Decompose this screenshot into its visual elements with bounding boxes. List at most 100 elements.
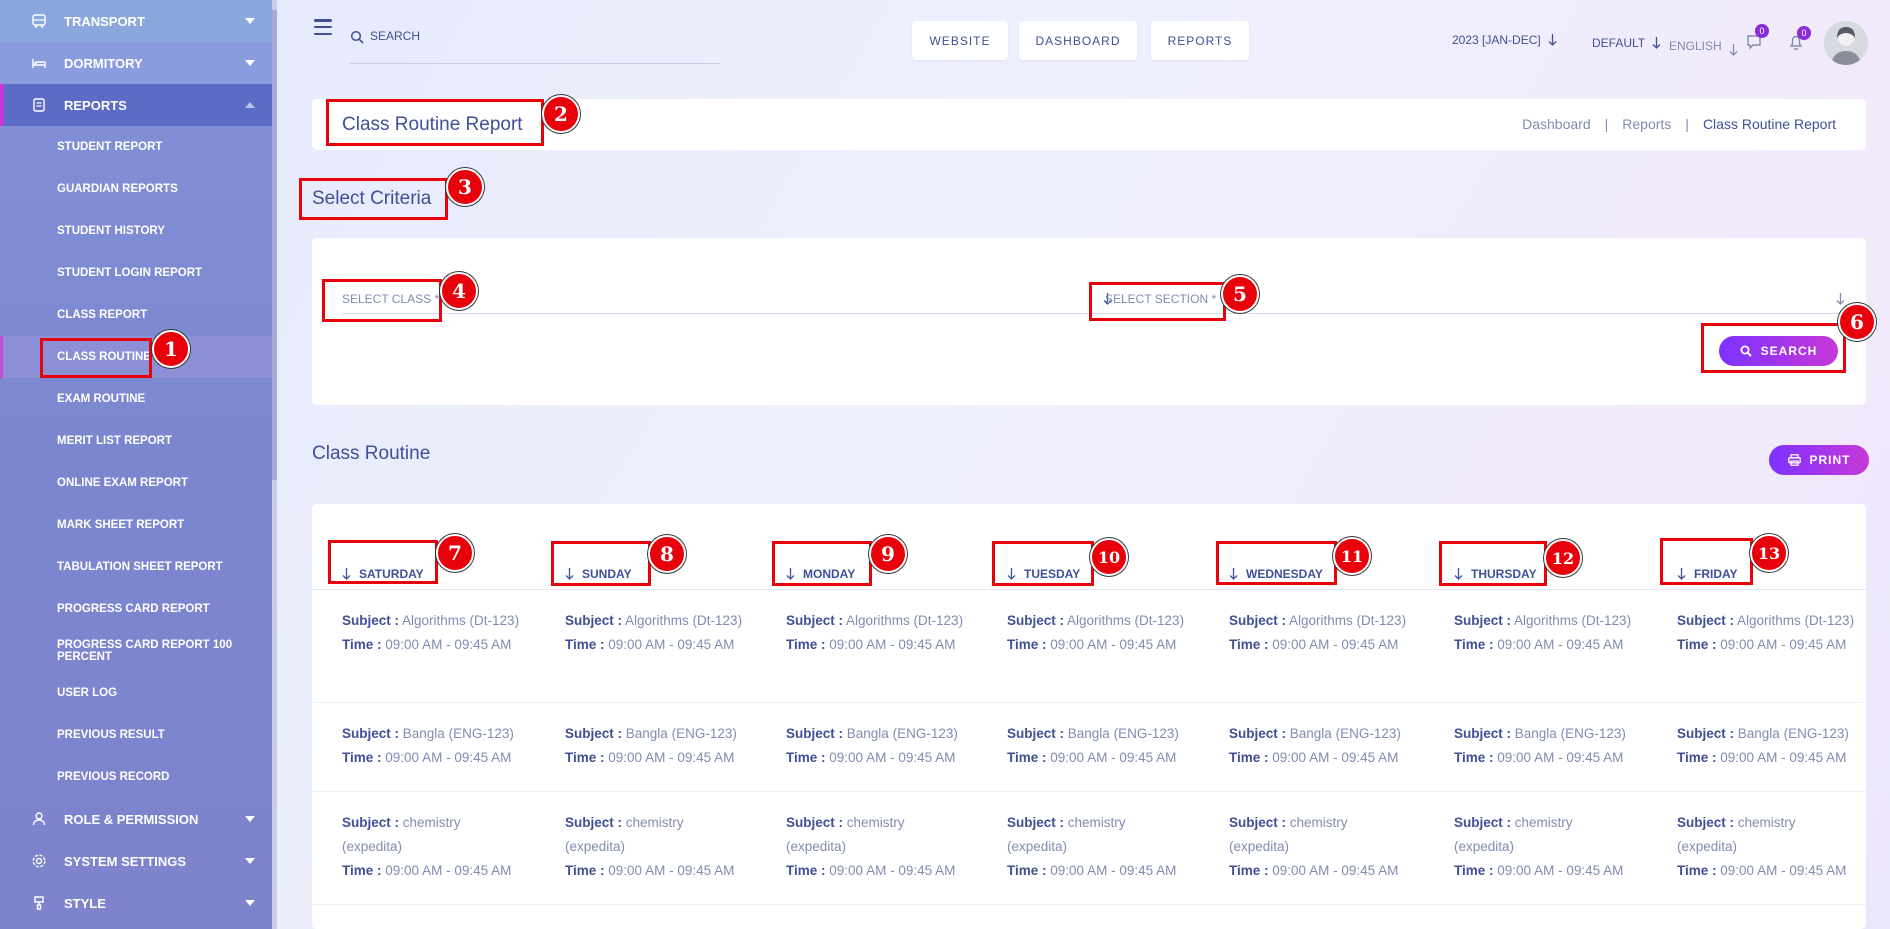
subject-line: Subject : chemistry (expedita) [565,811,745,859]
day-header-thursday[interactable]: THURSDAY [1454,559,1537,589]
sidebar-sub-student-report[interactable]: STUDENT REPORT [0,126,277,168]
subject-value: Algorithms (Dt-123) [1514,613,1632,628]
search-button[interactable]: SEARCH [1719,336,1838,366]
subject-value: Bangla (ENG-123) [402,726,514,741]
select-section-dropdown[interactable]: SELECT SECTION * [1105,284,1845,314]
day-header-saturday[interactable]: SATURDAY [342,559,424,589]
sidebar-item-style[interactable]: STYLE [0,882,277,924]
routine-cell: Subject : Algorithms (Dt-123) Time : 09:0… [565,609,745,657]
subject-label: Subject : [786,815,844,830]
print-button[interactable]: PRINT [1769,445,1869,475]
sort-arrow-icon [1454,568,1463,580]
time-value: 09:00 AM - 09:45 AM [829,637,956,652]
routine-cell: Subject : Algorithms (Dt-123) Time : 09:0… [342,609,522,657]
time-label: Time : [565,863,605,878]
sidebar-sub-class-routine[interactable]: CLASS ROUTINE [0,336,277,378]
print-button-label: PRINT [1809,453,1851,467]
chevron-down-icon [245,18,255,24]
time-line: Time : 09:00 AM - 09:45 AM [342,859,522,883]
annotation-number: 11 [1333,537,1371,575]
subject-value: Algorithms (Dt-123) [846,613,964,628]
subject-label: Subject : [565,726,623,741]
day-header-monday[interactable]: MONDAY [786,559,855,589]
sidebar-sub-progress-card-report-100[interactable]: PROGRESS CARD REPORT 100 PERCENT [0,630,277,672]
sidebar-sub-exam-routine[interactable]: EXAM ROUTINE [0,378,277,420]
sidebar-sub-mark-sheet-report[interactable]: MARK SHEET REPORT [0,504,277,546]
sort-arrow-icon [565,568,574,580]
sidebar-sub-guardian-reports[interactable]: GUARDIAN REPORTS [0,168,277,210]
subject-value: Bangla (ENG-123) [625,726,737,741]
time-label: Time : [1677,637,1717,652]
time-label: Time : [1229,637,1269,652]
routine-cell: Subject : Algorithms (Dt-123) Time : 09:0… [1007,609,1187,657]
day-header-wednesday[interactable]: WEDNESDAY [1229,559,1323,589]
day-header-friday[interactable]: FRIDAY [1677,559,1738,589]
annotation-number: 8 [648,535,686,573]
time-value: 09:00 AM - 09:45 AM [1497,750,1624,765]
subject-line: Subject : Bangla (ENG-123) [342,722,522,746]
sidebar-item-role-permission[interactable]: ROLE & PERMISSION [0,798,277,840]
time-label: Time : [565,637,605,652]
subject-line: Subject : chemistry (expedita) [786,811,966,859]
sidebar-sub-merit-list-report[interactable]: MERIT LIST REPORT [0,420,277,462]
subject-label: Subject : [565,613,623,628]
subject-value: Bangla (ENG-123) [1289,726,1401,741]
sidebar-sub-online-exam-report[interactable]: ONLINE EXAM REPORT [0,462,277,504]
time-value: 09:00 AM - 09:45 AM [1050,750,1177,765]
search-button-label: SEARCH [1760,344,1818,358]
select-class-placeholder: SELECT CLASS * [342,291,440,306]
sidebar-item-reports[interactable]: REPORTS [0,84,277,126]
sidebar-sub-user-log[interactable]: USER LOG [0,672,277,714]
annotation-number: 6 [1838,303,1876,341]
breadcrumb-reports[interactable]: Reports [1622,116,1671,132]
sidebar-item-dormitory[interactable]: DORMITORY [0,42,277,84]
day-header-label: MONDAY [803,567,856,581]
sidebar-item-system-settings[interactable]: SYSTEM SETTINGS [0,840,277,882]
time-value: 09:00 AM - 09:45 AM [829,750,956,765]
sidebar-sub-progress-card-report[interactable]: PROGRESS CARD REPORT [0,588,277,630]
annotation-number: 7 [436,534,474,572]
time-value: 09:00 AM - 09:45 AM [385,637,512,652]
sidebar-sub-previous-record[interactable]: PREVIOUS RECORD [0,756,277,798]
day-header-label: SUNDAY [582,567,632,581]
search-icon [1740,345,1752,357]
sidebar-sub-previous-result[interactable]: PREVIOUS RESULT [0,714,277,756]
subject-line: Subject : Algorithms (Dt-123) [1007,609,1187,633]
sidebar-sub-tabulation-sheet-report[interactable]: TABULATION SHEET REPORT [0,546,277,588]
sidebar-item-label: STYLE [64,895,106,911]
routine-cell: Subject : Bangla (ENG-123) Time : 09:00 A… [565,722,745,770]
select-section-placeholder: SELECT SECTION * [1105,291,1217,306]
time-line: Time : 09:00 AM - 09:45 AM [1677,633,1857,657]
chevron-down-icon [245,900,255,906]
routine-cell: Subject : Bangla (ENG-123) Time : 09:00 A… [1229,722,1409,770]
sidebar-item-transport[interactable]: TRANSPORT [0,0,277,42]
sidebar-sub-student-history[interactable]: STUDENT HISTORY [0,210,277,252]
routine-cell: Subject : Bangla (ENG-123) Time : 09:00 A… [1007,722,1187,770]
time-line: Time : 09:00 AM - 09:45 AM [786,633,966,657]
subject-label: Subject : [786,726,844,741]
time-label: Time : [1007,863,1047,878]
sidebar-sub-student-login-report[interactable]: STUDENT LOGIN REPORT [0,252,277,294]
time-label: Time : [786,863,826,878]
time-line: Time : 09:00 AM - 09:45 AM [1229,859,1409,883]
time-label: Time : [342,637,382,652]
subject-label: Subject : [342,613,400,628]
subject-value: Algorithms (Dt-123) [1289,613,1407,628]
routine-cell: Subject : chemistry (expedita) Time : 09:… [565,811,745,883]
breadcrumb-separator: | [1604,116,1609,132]
day-header-sunday[interactable]: SUNDAY [565,559,632,589]
routine-cell: Subject : chemistry (expedita) Time : 09:… [342,811,522,883]
time-value: 09:00 AM - 09:45 AM [1720,637,1847,652]
bus-icon [30,12,48,30]
sidebar-sub-class-report[interactable]: CLASS REPORT [0,294,277,336]
breadcrumb-dashboard[interactable]: Dashboard [1522,116,1591,132]
time-label: Time : [1454,637,1494,652]
subject-label: Subject : [1677,815,1735,830]
sidebar-item-label: SYSTEM SETTINGS [64,853,187,869]
sidebar-scrollbar[interactable] [272,10,277,480]
day-header-label: TUESDAY [1024,567,1081,581]
time-line: Time : 09:00 AM - 09:45 AM [1454,746,1634,770]
row-divider [312,904,1866,905]
time-label: Time : [1677,750,1717,765]
day-header-tuesday[interactable]: TUESDAY [1007,559,1080,589]
